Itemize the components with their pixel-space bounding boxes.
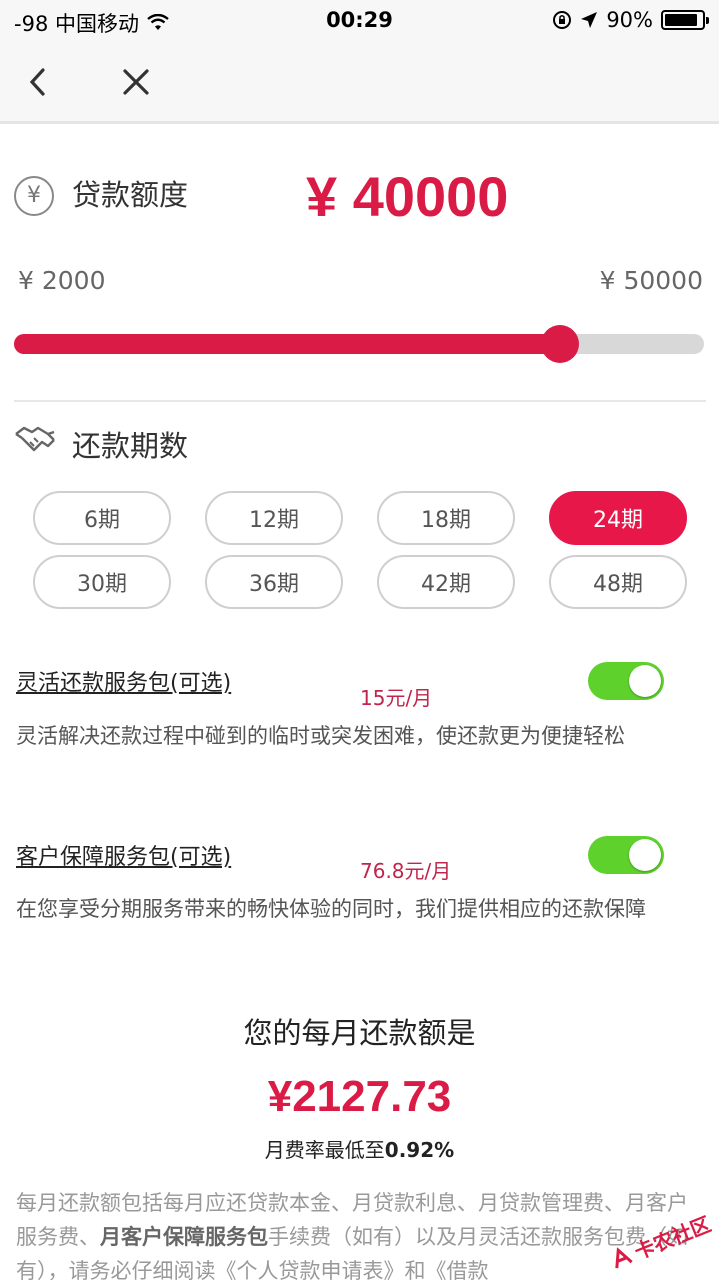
loan-amount-slider[interactable] <box>14 325 704 363</box>
protection-package-price: 76.8元/月 <box>360 859 452 883</box>
term-option-30[interactable]: 30期 <box>33 555 171 609</box>
term-option-48[interactable]: 48期 <box>549 555 687 609</box>
protection-package-title[interactable]: 客户保障服务包(可选) <box>16 839 231 871</box>
flexible-package-desc: 灵活解决还款过程中碰到的临时或突发困难，使还款更为便捷轻松 <box>16 724 625 748</box>
rate-prefix: 月费率最低至 <box>264 1138 385 1162</box>
term-option-18[interactable]: 18期 <box>377 491 515 545</box>
protection-package-desc: 在您享受分期服务带来的畅快体验的同时，我们提供相应的还款保障 <box>16 897 646 921</box>
protection-package-toggle[interactable] <box>588 836 664 874</box>
term-option-12[interactable]: 12期 <box>205 491 343 545</box>
slider-thumb[interactable] <box>541 325 580 363</box>
divider <box>14 400 706 402</box>
rate-value: 0.92% <box>384 1138 455 1162</box>
close-button[interactable] <box>114 60 158 104</box>
close-icon <box>123 69 149 95</box>
battery-percent: 90% <box>606 8 653 32</box>
toggle-knob <box>629 839 661 871</box>
status-bar: -98 中国移动 00:29 90% <box>0 0 719 40</box>
toggle-knob <box>629 665 661 697</box>
status-bar-right: 90% <box>552 8 709 32</box>
loan-min-label: ¥ 2000 <box>18 266 106 295</box>
monthly-payment-value: ¥2127.73 <box>267 1072 452 1121</box>
flexible-package-title[interactable]: 灵活还款服务包(可选) <box>16 665 231 697</box>
chevron-left-icon <box>29 68 45 96</box>
term-options: 6期 12期 18期 24期 30期 36期 42期 48期 <box>33 491 687 609</box>
term-option-36[interactable]: 36期 <box>205 555 343 609</box>
term-option-6[interactable]: 6期 <box>33 491 171 545</box>
back-button[interactable] <box>16 60 60 104</box>
loan-amount-value: ¥ 40000 <box>306 165 509 228</box>
flexible-package-price: 15元/月 <box>360 686 433 710</box>
yen-icon: ¥ <box>14 176 54 216</box>
note-bold: 月客户保障服务包 <box>100 1225 268 1249</box>
battery-fill <box>665 14 698 26</box>
payment-note: 每月还款额包括每月应还贷款本金、月贷款利息、月贷款管理费、月客户服务费、月客户保… <box>16 1186 706 1280</box>
term-option-24[interactable]: 24期 <box>549 491 687 545</box>
battery-icon <box>661 10 709 30</box>
handshake-icon <box>15 426 55 452</box>
monthly-payment-title: 您的每月还款额是 <box>243 1016 476 1050</box>
loan-max-label: ¥ 50000 <box>599 266 703 295</box>
term-option-42[interactable]: 42期 <box>377 555 515 609</box>
location-arrow-icon <box>581 12 598 28</box>
loan-amount-label: 贷款额度 <box>72 178 189 212</box>
slider-fill <box>14 334 561 354</box>
orientation-lock-icon <box>553 11 572 29</box>
nav-bar <box>0 40 719 124</box>
monthly-rate-line: 月费率最低至0.92% <box>0 1134 719 1163</box>
term-label: 还款期数 <box>72 429 189 463</box>
flexible-package-toggle[interactable] <box>588 662 664 700</box>
